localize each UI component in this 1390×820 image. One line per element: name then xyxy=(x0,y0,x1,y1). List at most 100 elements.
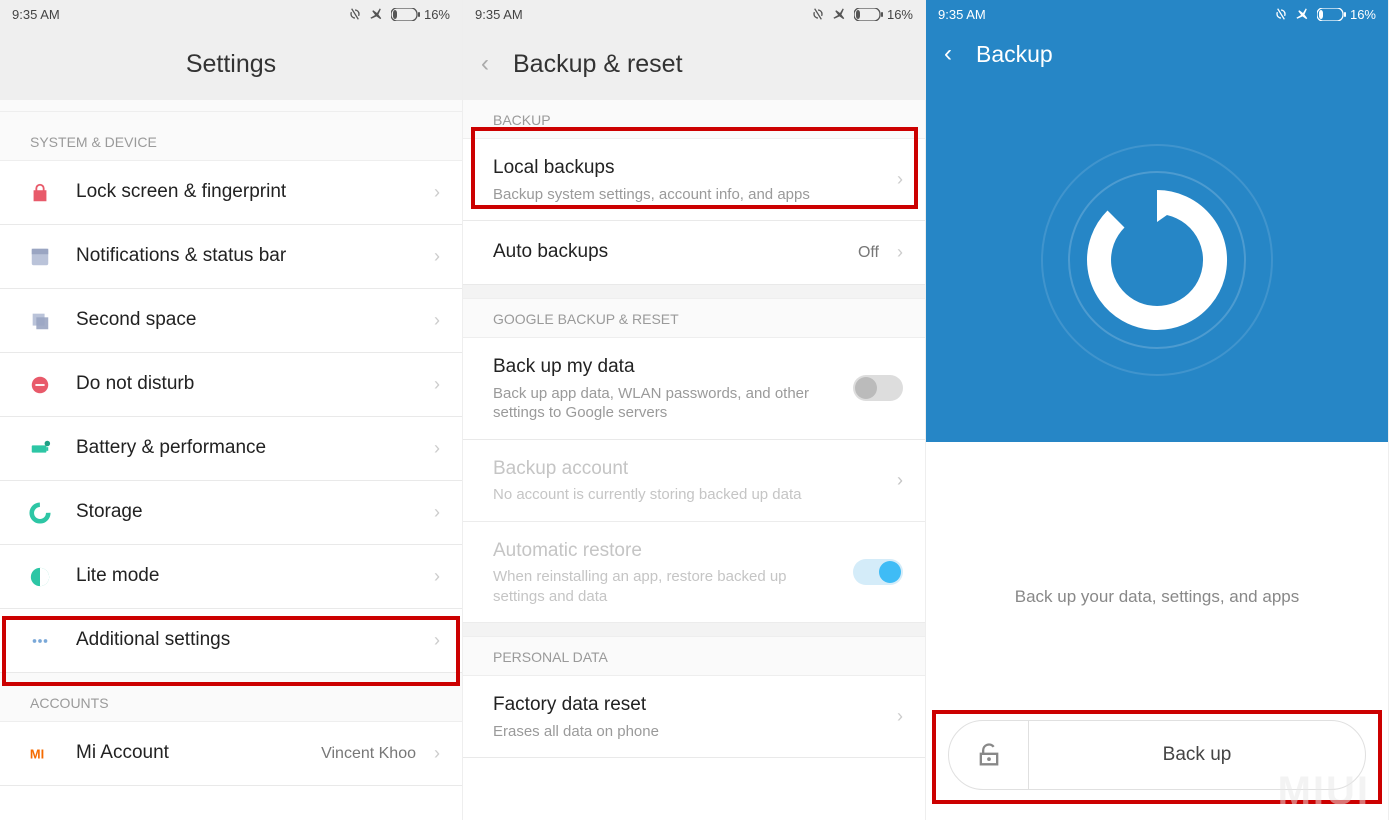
row-auto-restore: Automatic restore When reinstalling an a… xyxy=(463,522,925,624)
status-time: 9:35 AM xyxy=(938,7,986,22)
row-backup-account: Backup account No account is currently s… xyxy=(463,440,925,522)
row-backup-my-data[interactable]: Back up my data Back up app data, WLAN p… xyxy=(463,338,925,440)
airplane-icon xyxy=(1295,6,1311,22)
alarm-off-icon xyxy=(347,6,363,22)
lite-mode-icon xyxy=(22,566,58,588)
svg-text:MI: MI xyxy=(30,746,44,761)
back-button[interactable]: ‹ xyxy=(944,42,952,66)
row-label: Additional settings xyxy=(76,627,416,654)
row-label: Factory data reset xyxy=(493,692,879,719)
notifications-icon xyxy=(22,246,58,268)
chevron-right-icon: › xyxy=(434,182,440,203)
watermark: MIUI xyxy=(1278,769,1370,814)
chevron-right-icon: › xyxy=(897,706,903,727)
lock-button[interactable] xyxy=(949,721,1029,789)
row-label: Storage xyxy=(76,499,416,526)
toggle-auto-restore[interactable] xyxy=(853,559,903,585)
storage-icon xyxy=(22,502,58,524)
section-accounts: ACCOUNTS xyxy=(0,673,462,722)
lock-icon xyxy=(22,182,58,204)
backup-hero-icon xyxy=(1037,140,1277,385)
chevron-right-icon: › xyxy=(434,502,440,523)
battery-icon: 16% xyxy=(1317,7,1376,22)
status-bar: 9:35 AM 16% xyxy=(463,0,925,28)
battery-icon: 16% xyxy=(391,7,450,22)
row-additional-settings[interactable]: Additional settings › xyxy=(0,609,462,673)
row-label: Notifications & status bar xyxy=(76,243,416,270)
chevron-right-icon: › xyxy=(434,630,440,651)
chevron-right-icon: › xyxy=(434,310,440,331)
page-title: Backup & reset xyxy=(513,50,683,79)
chevron-right-icon: › xyxy=(434,438,440,459)
row-label: Automatic restore xyxy=(493,538,835,565)
chevron-right-icon: › xyxy=(897,242,903,263)
row-sub: Back up app data, WLAN passwords, and ot… xyxy=(493,384,835,423)
row-mi-account[interactable]: MI Mi Account Vincent Khoo › xyxy=(0,722,462,786)
section-system-device: SYSTEM & DEVICE xyxy=(0,112,462,161)
status-time: 9:35 AM xyxy=(475,7,523,22)
chevron-right-icon: › xyxy=(434,246,440,267)
row-dnd[interactable]: Do not disturb › xyxy=(0,353,462,417)
battery-perf-icon xyxy=(22,438,58,460)
row-label: Backup account xyxy=(493,456,879,483)
backup-caption: Back up your data, settings, and apps xyxy=(926,587,1388,607)
section-google: GOOGLE BACKUP & RESET xyxy=(463,299,925,338)
row-label: Lock screen & fingerprint xyxy=(76,179,416,206)
row-value: Vincent Khoo xyxy=(321,745,416,763)
row-label: Lite mode xyxy=(76,563,416,590)
row-battery[interactable]: Battery & performance › xyxy=(0,417,462,481)
row-second-space[interactable]: Second space › xyxy=(0,289,462,353)
header-backup-reset: ‹ Backup & reset xyxy=(463,28,925,100)
section-backup: BACKUP xyxy=(463,100,925,139)
row-sub: When reinstalling an app, restore backed… xyxy=(493,567,835,606)
row-label: Auto backups xyxy=(493,239,840,266)
row-notifications[interactable]: Notifications & status bar › xyxy=(0,225,462,289)
battery-text: 16% xyxy=(1350,7,1376,22)
chevron-right-icon: › xyxy=(897,169,903,190)
second-space-icon xyxy=(22,310,58,332)
backup-button[interactable]: Back up xyxy=(1029,744,1365,766)
status-bar: 9:35 AM 16% xyxy=(926,0,1388,28)
header-settings: Settings xyxy=(0,28,462,100)
toggle-backup-my-data[interactable] xyxy=(853,375,903,401)
row-label: Second space xyxy=(76,307,416,334)
chevron-right-icon: › xyxy=(434,566,440,587)
chevron-right-icon: › xyxy=(434,374,440,395)
row-label: Do not disturb xyxy=(76,371,416,398)
alarm-off-icon xyxy=(810,6,826,22)
battery-text: 16% xyxy=(887,7,913,22)
row-local-backups[interactable]: Local backups Backup system settings, ac… xyxy=(463,139,925,221)
back-button[interactable]: ‹ xyxy=(481,52,489,76)
alarm-off-icon xyxy=(1273,6,1289,22)
more-icon xyxy=(22,630,58,652)
row-lock-screen[interactable]: Lock screen & fingerprint › xyxy=(0,161,462,225)
battery-text: 16% xyxy=(424,7,450,22)
row-label: Mi Account xyxy=(76,740,303,767)
airplane-icon xyxy=(832,6,848,22)
screen-backup-reset: 9:35 AM 16% ‹ Backup & reset BACKUP Loca… xyxy=(463,0,926,820)
row-sub: No account is currently storing backed u… xyxy=(493,485,879,505)
mi-icon: MI xyxy=(22,743,58,765)
battery-icon: 16% xyxy=(854,7,913,22)
chevron-right-icon: › xyxy=(434,743,440,764)
row-factory-reset[interactable]: Factory data reset Erases all data on ph… xyxy=(463,676,925,758)
header-backup: ‹ Backup xyxy=(926,28,1388,80)
status-bar: 9:35 AM 16% xyxy=(0,0,462,28)
screen-settings: 9:35 AM 16% Settings SYSTEM & DEVICE Loc… xyxy=(0,0,463,820)
backup-hero: 9:35 AM 16% ‹ Backup xyxy=(926,0,1388,442)
screen-backup: 9:35 AM 16% ‹ Backup Back up your dat xyxy=(926,0,1389,820)
row-auto-backups[interactable]: Auto backups Off › xyxy=(463,221,925,285)
page-title: Settings xyxy=(186,50,276,79)
row-storage[interactable]: Storage › xyxy=(0,481,462,545)
row-lite-mode[interactable]: Lite mode › xyxy=(0,545,462,609)
row-sub: Erases all data on phone xyxy=(493,722,879,742)
airplane-icon xyxy=(369,6,385,22)
row-label: Local backups xyxy=(493,155,879,182)
row-label: Battery & performance xyxy=(76,435,416,462)
section-personal: PERSONAL DATA xyxy=(463,637,925,676)
page-title: Backup xyxy=(976,41,1053,68)
dnd-icon xyxy=(22,374,58,396)
chevron-right-icon: › xyxy=(897,470,903,491)
row-label: Back up my data xyxy=(493,354,835,381)
row-value: Off xyxy=(858,244,879,262)
